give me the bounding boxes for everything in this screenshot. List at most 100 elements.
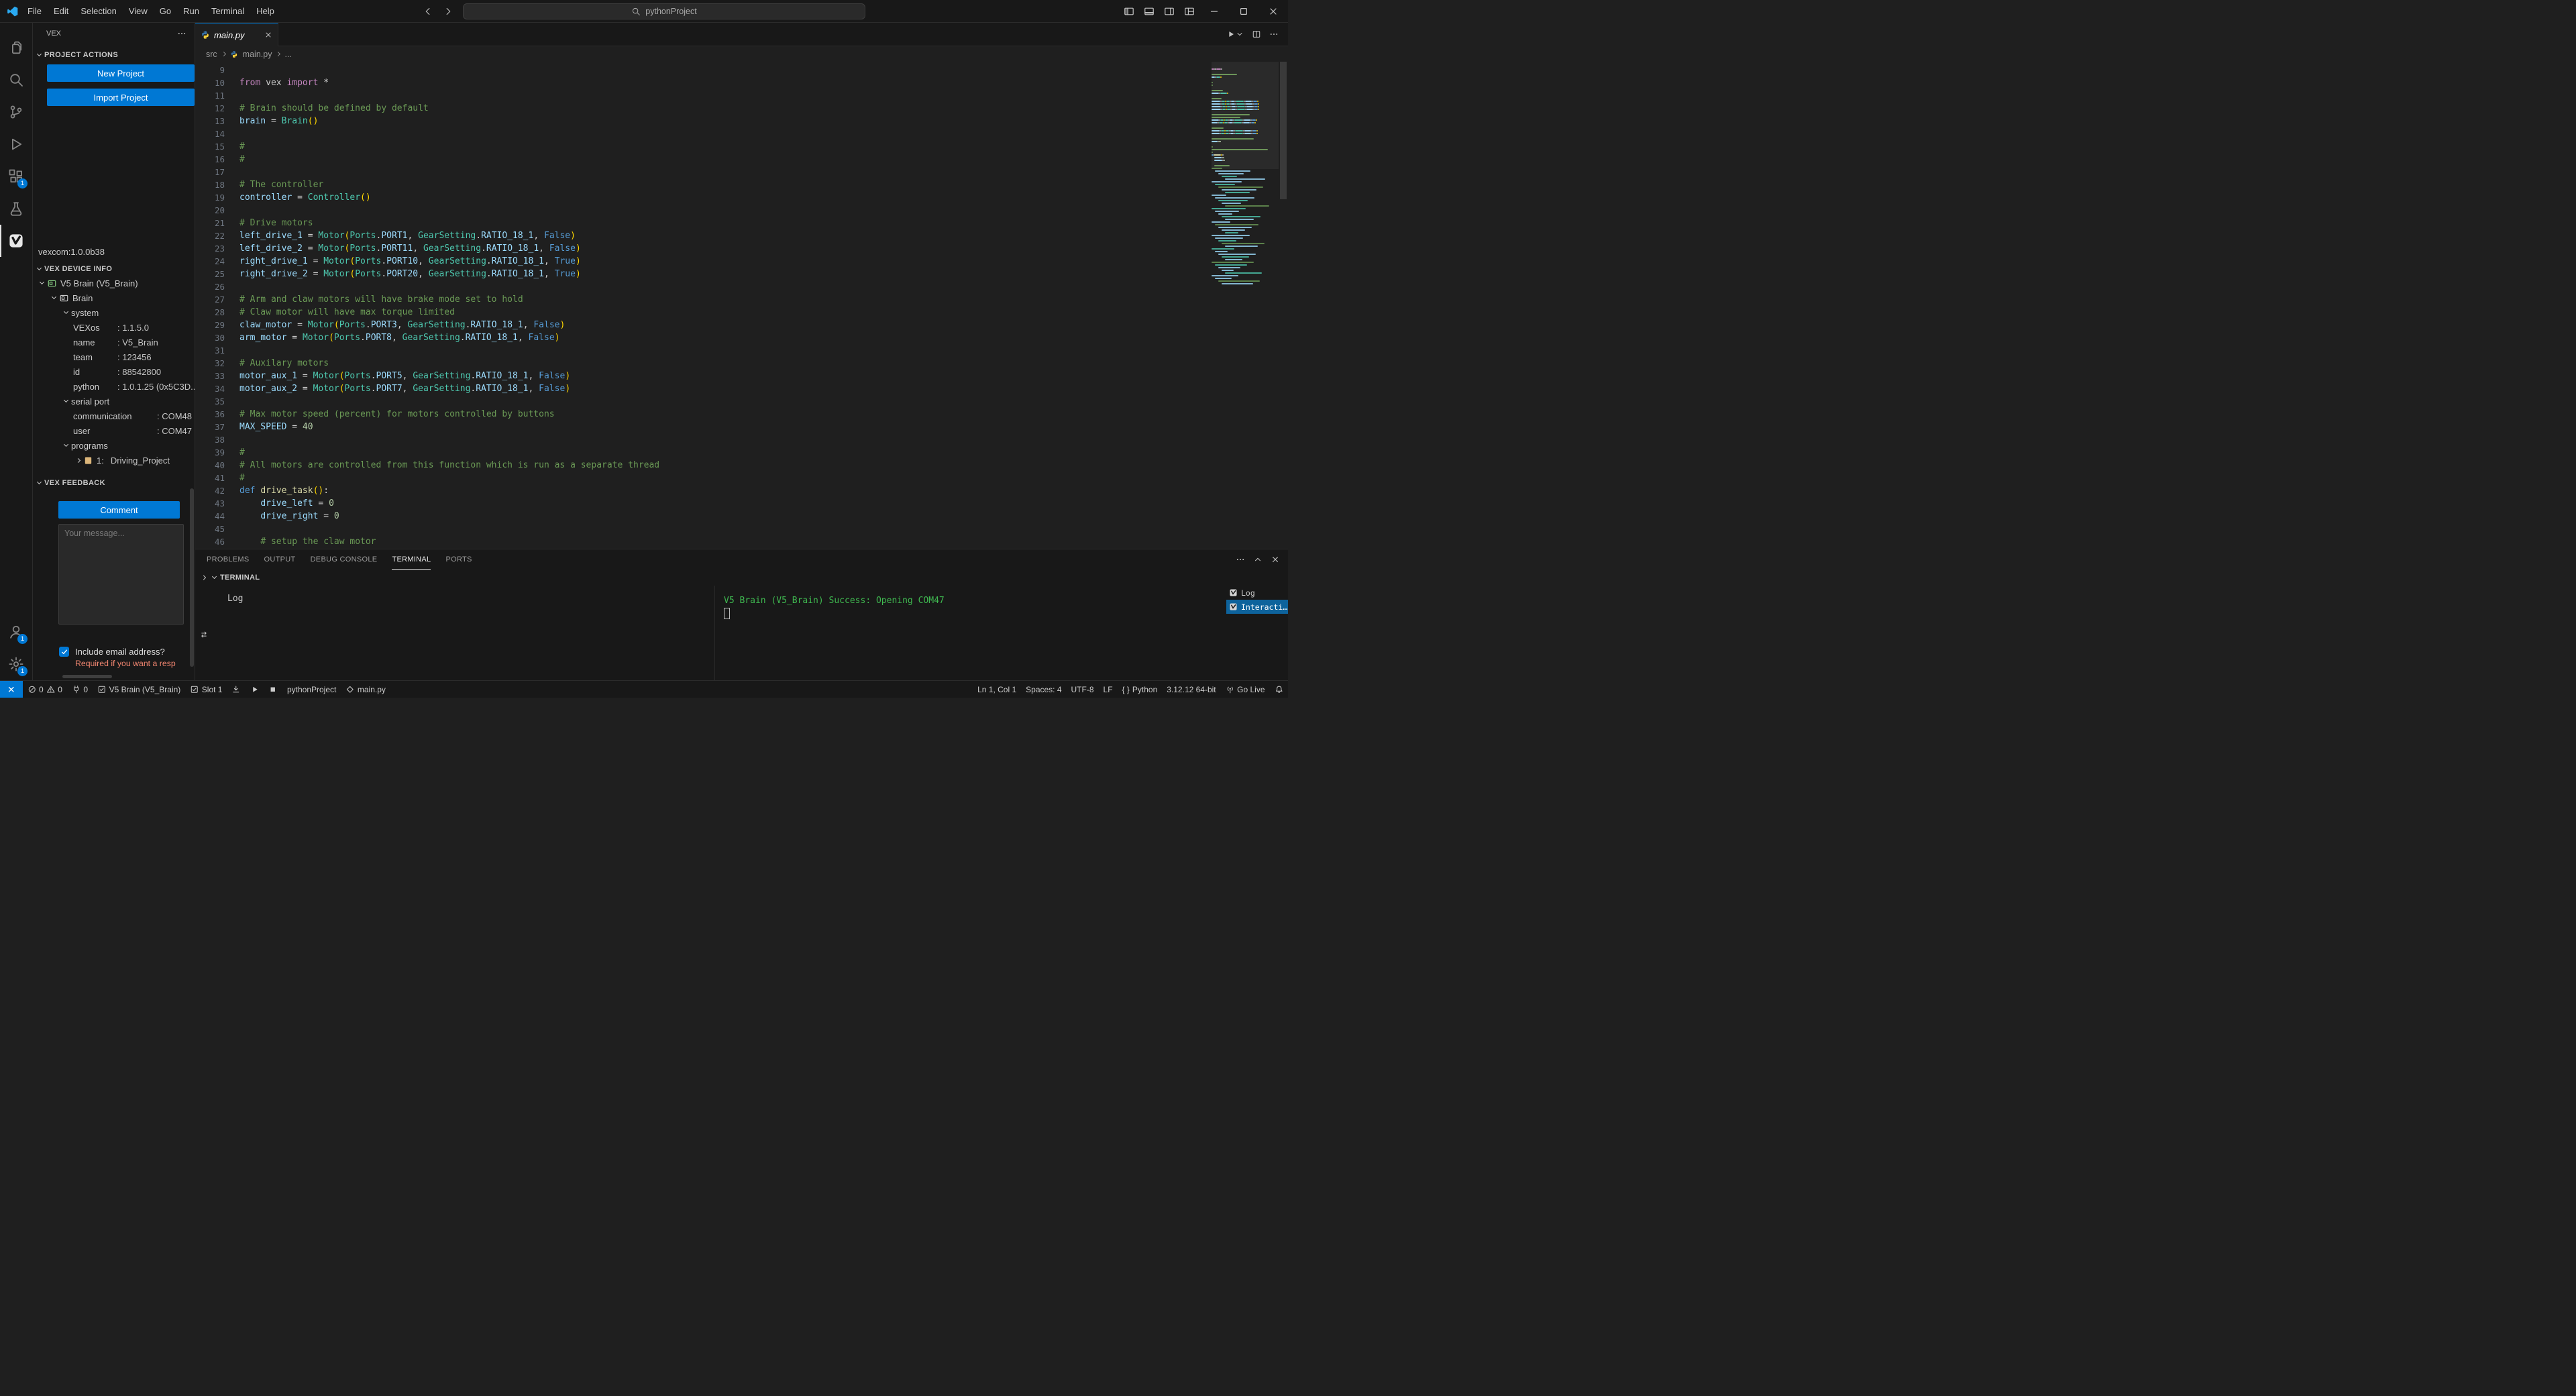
back-button[interactable] — [423, 6, 433, 17]
panel-maximize-icon[interactable] — [1253, 555, 1263, 564]
code-line[interactable] — [239, 64, 1288, 76]
tab-main-py[interactable]: main.py — [195, 23, 278, 46]
menu-run[interactable]: Run — [177, 3, 205, 19]
code-line[interactable]: # — [239, 140, 1288, 153]
breadcrumb-symbol[interactable]: ... — [284, 50, 291, 59]
activity-explorer[interactable] — [0, 32, 32, 64]
terminal-log-pane[interactable]: Log — [213, 586, 714, 680]
menu-help[interactable]: Help — [250, 3, 280, 19]
code-line[interactable]: # Arm and claw motors will have brake mo… — [239, 293, 1288, 306]
code-line[interactable] — [239, 523, 1288, 535]
code-line[interactable]: drive_left = 0 — [239, 497, 1288, 510]
vex-download-button[interactable] — [227, 681, 246, 698]
section-device-info[interactable]: VEX DEVICE INFO — [33, 262, 195, 276]
code-line[interactable]: left_drive_2 = Motor(Ports.PORT11, GearS… — [239, 242, 1288, 255]
tree-item[interactable]: user: COM47 — [33, 423, 195, 438]
minimap[interactable] — [1212, 62, 1279, 549]
activity-search[interactable] — [0, 64, 32, 96]
python-interpreter[interactable]: 3.12.12 64-bit — [1162, 681, 1220, 698]
editor-scrollbar-thumb[interactable] — [1280, 62, 1287, 199]
panel-tab-debug-console[interactable]: DEBUG CONSOLE — [311, 549, 378, 570]
code-editor[interactable]: 9101112131415161718192021222324252627282… — [195, 62, 1288, 549]
maximize-button[interactable] — [1229, 0, 1258, 23]
panel-tab-terminal[interactable]: TERMINAL — [392, 549, 431, 570]
code-line[interactable] — [239, 344, 1288, 357]
minimap-slider[interactable] — [1212, 62, 1279, 169]
encoding[interactable]: UTF-8 — [1067, 681, 1099, 698]
close-button[interactable] — [1258, 0, 1288, 23]
code-line[interactable]: # All motors are controlled from this fu… — [239, 459, 1288, 472]
tree-item[interactable]: programs — [33, 438, 195, 453]
comment-button[interactable]: Comment — [58, 501, 180, 519]
terminal[interactable]: Log V5 Brain (V5_Brain) Success: Opening… — [195, 586, 1288, 680]
activity-extensions[interactable]: 1 — [0, 160, 32, 193]
code-line[interactable]: # Auxilary motors — [239, 357, 1288, 370]
code-line[interactable]: # Drive motors — [239, 217, 1288, 229]
ports-forwarded[interactable]: 0 — [67, 681, 93, 698]
code-line[interactable]: from vex import * — [239, 76, 1288, 89]
code-line[interactable]: # Claw motor will have max torque limite… — [239, 306, 1288, 319]
menu-view[interactable]: View — [123, 3, 154, 19]
tree-item[interactable]: serial port — [33, 394, 195, 409]
code-line[interactable]: # Max motor speed (percent) for motors c… — [239, 408, 1288, 421]
terminal-instance[interactable]: Log — [1226, 586, 1288, 600]
toggle-secondary-sidebar-button[interactable] — [1159, 3, 1179, 20]
sidebar-horizontal-scrollbar[interactable] — [62, 675, 112, 678]
remote-indicator[interactable] — [0, 681, 23, 698]
indentation[interactable]: Spaces: 4 — [1021, 681, 1066, 698]
tree-item[interactable]: VEXos: 1.1.5.0 — [33, 320, 195, 335]
go-live[interactable]: Go Live — [1221, 681, 1270, 698]
customize-layout-button[interactable] — [1179, 3, 1199, 20]
menu-selection[interactable]: Selection — [74, 3, 122, 19]
import-project-button[interactable]: Import Project — [47, 89, 195, 106]
terminal-section-header[interactable]: TERMINAL — [195, 570, 1288, 586]
code-line[interactable]: motor_aux_2 = Motor(Ports.PORT7, GearSet… — [239, 382, 1288, 395]
notifications[interactable] — [1270, 681, 1289, 698]
tree-item[interactable]: name: V5_Brain — [33, 335, 195, 350]
code-line[interactable] — [239, 166, 1288, 178]
code-line[interactable]: claw_motor = Motor(Ports.PORT3, GearSett… — [239, 319, 1288, 331]
vex-slot[interactable]: Slot 1 — [185, 681, 227, 698]
toggle-panel-button[interactable] — [1139, 3, 1159, 20]
menu-go[interactable]: Go — [154, 3, 177, 19]
code-line[interactable]: # Brain should be defined by default — [239, 102, 1288, 115]
code-line[interactable] — [239, 127, 1288, 140]
code-line[interactable]: left_drive_1 = Motor(Ports.PORT1, GearSe… — [239, 229, 1288, 242]
panel-tab-ports[interactable]: PORTS — [445, 549, 472, 570]
sidebar-scrollbar[interactable] — [190, 488, 194, 667]
code-line[interactable] — [239, 433, 1288, 446]
code-area[interactable]: from vex import * # Brain should be defin… — [239, 62, 1288, 549]
code-line[interactable]: # The controller — [239, 178, 1288, 191]
vex-play-button[interactable] — [246, 681, 264, 698]
tab-close-icon[interactable] — [264, 31, 272, 39]
activity-settings[interactable]: 1 — [0, 648, 32, 680]
code-line[interactable]: right_drive_1 = Motor(Ports.PORT10, Gear… — [239, 255, 1288, 268]
code-line[interactable] — [239, 280, 1288, 293]
panel-tab-problems[interactable]: PROBLEMS — [207, 549, 250, 570]
activity-vex[interactable] — [0, 225, 32, 257]
tree-item[interactable]: python: 1.0.1.25 (0x5C3D... — [33, 379, 195, 394]
code-line[interactable]: def drive_task(): — [239, 484, 1288, 497]
activity-source-control[interactable] — [0, 96, 32, 128]
code-line[interactable]: motor_aux_1 = Motor(Ports.PORT5, GearSet… — [239, 370, 1288, 382]
feedback-message-input[interactable] — [58, 524, 184, 625]
eol[interactable]: LF — [1099, 681, 1118, 698]
sync-arrows-icon[interactable] — [199, 589, 209, 680]
editor-scrollbar[interactable] — [1279, 62, 1288, 549]
code-line[interactable]: # — [239, 153, 1288, 166]
editor-more-actions-icon[interactable] — [1269, 30, 1279, 39]
code-line[interactable] — [239, 395, 1288, 408]
command-center[interactable]: pythonProject — [463, 3, 865, 19]
activity-run-and-debug[interactable] — [0, 128, 32, 160]
vex-device[interactable]: V5 Brain (V5_Brain) — [93, 681, 185, 698]
breadcrumb-src[interactable]: src — [206, 50, 217, 59]
code-line[interactable]: drive_right = 0 — [239, 510, 1288, 523]
menu-file[interactable]: File — [21, 3, 48, 19]
code-line[interactable]: controller = Controller() — [239, 191, 1288, 204]
cursor-position[interactable]: Ln 1, Col 1 — [973, 681, 1021, 698]
tree-item[interactable]: team: 123456 — [33, 350, 195, 364]
section-project-actions[interactable]: PROJECT ACTIONS — [33, 48, 195, 62]
tree-item[interactable]: communication: COM48 — [33, 409, 195, 423]
code-line[interactable]: brain = Brain() — [239, 115, 1288, 127]
tree-item[interactable]: id: 88542800 — [33, 364, 195, 379]
